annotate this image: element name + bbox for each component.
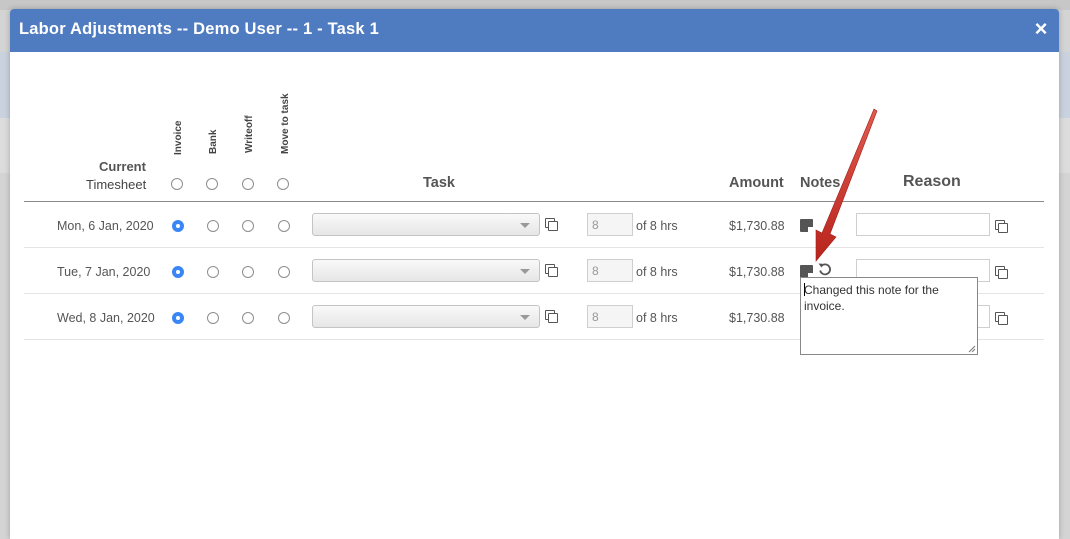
resize-grip-icon[interactable] [968,345,976,353]
copy-icon[interactable] [545,264,558,277]
move-to-task-radio[interactable] [278,266,290,278]
table-row: Mon, 6 Jan, 2020 of 8 hrs $1,730.88 [10,209,1059,255]
amount-value: $1,730.88 [729,219,785,233]
select-all-bank-radio[interactable] [206,178,218,190]
task-select[interactable] [312,305,540,328]
invoice-radio[interactable] [172,220,184,232]
header-current: Current [99,159,146,174]
select-all-writeoff-radio[interactable] [242,178,254,190]
header-reason: Reason [903,173,961,190]
copy-icon[interactable] [995,312,1008,325]
modal-header: Labor Adjustments -- Demo User -- 1 - Ta… [10,9,1059,52]
writeoff-radio[interactable] [242,220,254,232]
of-hours-label: of 8 hrs [636,219,678,233]
row-date: Wed, 8 Jan, 2020 [57,311,155,325]
invoice-radio[interactable] [172,266,184,278]
header-move-to-task: Move to task [280,93,291,154]
copy-icon[interactable] [545,218,558,231]
bank-radio[interactable] [207,220,219,232]
copy-icon[interactable] [995,266,1008,279]
modal-title: Labor Adjustments -- Demo User -- 1 - Ta… [19,20,379,38]
header-amount: Amount [729,175,784,191]
header-bank: Bank [208,129,219,154]
writeoff-radio[interactable] [242,312,254,324]
task-select[interactable] [312,213,540,236]
of-hours-label: of 8 hrs [636,265,678,279]
undo-icon[interactable] [817,261,833,277]
row-divider [24,247,1044,248]
move-to-task-radio[interactable] [278,312,290,324]
copy-icon[interactable] [545,310,558,323]
amount-value: $1,730.88 [729,311,785,325]
amount-value: $1,730.88 [729,265,785,279]
chevron-down-icon [520,269,530,274]
close-icon[interactable]: × [1033,18,1049,40]
bank-radio[interactable] [207,266,219,278]
note-text: Changed this note for the invoice. [804,283,939,313]
reason-input[interactable] [856,213,990,236]
chevron-down-icon [520,223,530,228]
bank-radio[interactable] [207,312,219,324]
writeoff-radio[interactable] [242,266,254,278]
move-to-task-radio[interactable] [278,220,290,232]
note-textarea[interactable]: Changed this note for the invoice. [800,277,978,355]
of-hours-label: of 8 hrs [636,311,678,325]
note-icon[interactable] [800,219,813,232]
invoice-radio[interactable] [172,312,184,324]
header-invoice: Invoice [173,120,184,155]
hours-input[interactable] [587,305,633,328]
row-date: Mon, 6 Jan, 2020 [57,219,154,233]
header-divider [24,201,1044,202]
copy-icon[interactable] [995,220,1008,233]
select-all-move-radio[interactable] [277,178,289,190]
header-task: Task [423,175,455,191]
header-notes: Notes [800,175,841,191]
hours-input[interactable] [587,259,633,282]
task-select[interactable] [312,259,540,282]
labor-adjustments-modal: Labor Adjustments -- Demo User -- 1 - Ta… [10,9,1059,539]
header-writeoff: Writeoff [244,115,255,153]
hours-input[interactable] [587,213,633,236]
header-timesheet: Timesheet [86,177,147,192]
row-date: Tue, 7 Jan, 2020 [57,265,151,279]
select-all-invoice-radio[interactable] [171,178,183,190]
chevron-down-icon [520,315,530,320]
